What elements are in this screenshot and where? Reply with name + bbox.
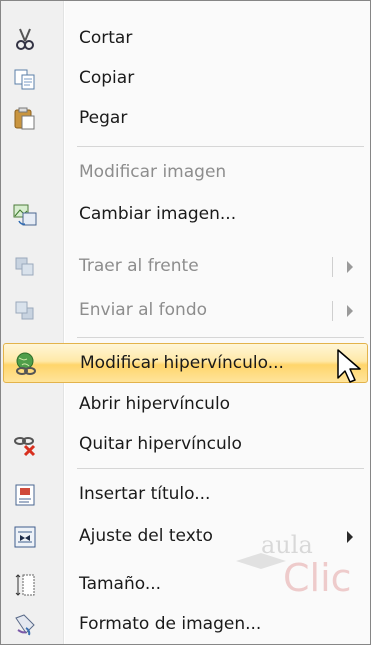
menu-separator — [77, 337, 364, 338]
menu-item-paste[interactable]: Pegar — [3, 99, 368, 139]
bring-to-front-icon — [12, 254, 38, 280]
watermark-line2: Clic — [283, 556, 351, 599]
menu-item-cut[interactable]: Cortar — [3, 19, 368, 59]
paste-icon — [12, 106, 38, 132]
menu-item-label: Insertar título... — [79, 484, 211, 504]
menu-item-modify-picture[interactable]: Modificar imagen — [3, 153, 368, 193]
menu-item-copy[interactable]: Copiar — [3, 59, 368, 99]
context-menu: Cortar Copiar Pegar Modificar imagen Cam… — [0, 0, 371, 645]
menu-item-label: Ajuste del texto — [79, 526, 213, 546]
menu-item-format-picture[interactable]: Formato de imagen... — [3, 605, 368, 644]
menu-separator — [77, 146, 364, 147]
aulaclic-watermark: aula Clic — [236, 531, 351, 599]
menu-item-label: Modificar imagen — [79, 162, 227, 182]
scissors-icon — [12, 26, 38, 52]
menu-item-label: Cambiar imagen... — [79, 204, 237, 224]
menu-item-label: Modificar hipervínculo... — [80, 353, 284, 373]
menu-item-label: Traer al frente — [79, 256, 199, 276]
submenu-divider — [332, 257, 333, 277]
insert-caption-icon — [12, 482, 38, 508]
menu-item-insert-caption[interactable]: Insertar título... — [3, 475, 368, 515]
copy-icon — [12, 66, 38, 92]
submenu-arrow-icon[interactable] — [347, 305, 353, 317]
hyperlink-globe-icon — [13, 351, 39, 377]
text-wrapping-icon — [12, 524, 38, 550]
menu-item-bring-to-front[interactable]: Traer al frente — [3, 247, 368, 287]
remove-hyperlink-icon — [12, 432, 38, 458]
format-picture-icon — [12, 612, 38, 638]
send-to-back-icon — [12, 298, 38, 324]
menu-item-label: Pegar — [79, 108, 128, 128]
menu-item-edit-hyperlink[interactable]: Modificar hipervínculo... — [3, 343, 368, 383]
menu-item-remove-hyperlink[interactable]: Quitar hipervínculo — [3, 425, 368, 465]
submenu-divider — [332, 301, 333, 321]
mouse-pointer-icon — [337, 349, 361, 383]
menu-item-label: Enviar al fondo — [79, 300, 208, 320]
menu-item-change-picture[interactable]: Cambiar imagen... — [3, 195, 368, 235]
menu-item-open-hyperlink[interactable]: Abrir hipervínculo — [3, 385, 368, 425]
size-icon — [12, 572, 38, 598]
menu-item-label: Tamaño... — [79, 574, 162, 594]
menu-item-label: Cortar — [79, 28, 133, 48]
menu-item-send-to-back[interactable]: Enviar al fondo — [3, 291, 368, 331]
menu-separator — [77, 468, 364, 469]
submenu-arrow-icon[interactable] — [347, 261, 353, 273]
menu-item-label: Copiar — [79, 68, 135, 88]
menu-item-label: Quitar hipervínculo — [79, 434, 242, 454]
menu-item-label: Abrir hipervínculo — [79, 394, 231, 414]
change-picture-icon — [12, 202, 38, 228]
watermark-line1: aula — [261, 531, 313, 559]
menu-item-label: Formato de imagen... — [79, 614, 262, 634]
